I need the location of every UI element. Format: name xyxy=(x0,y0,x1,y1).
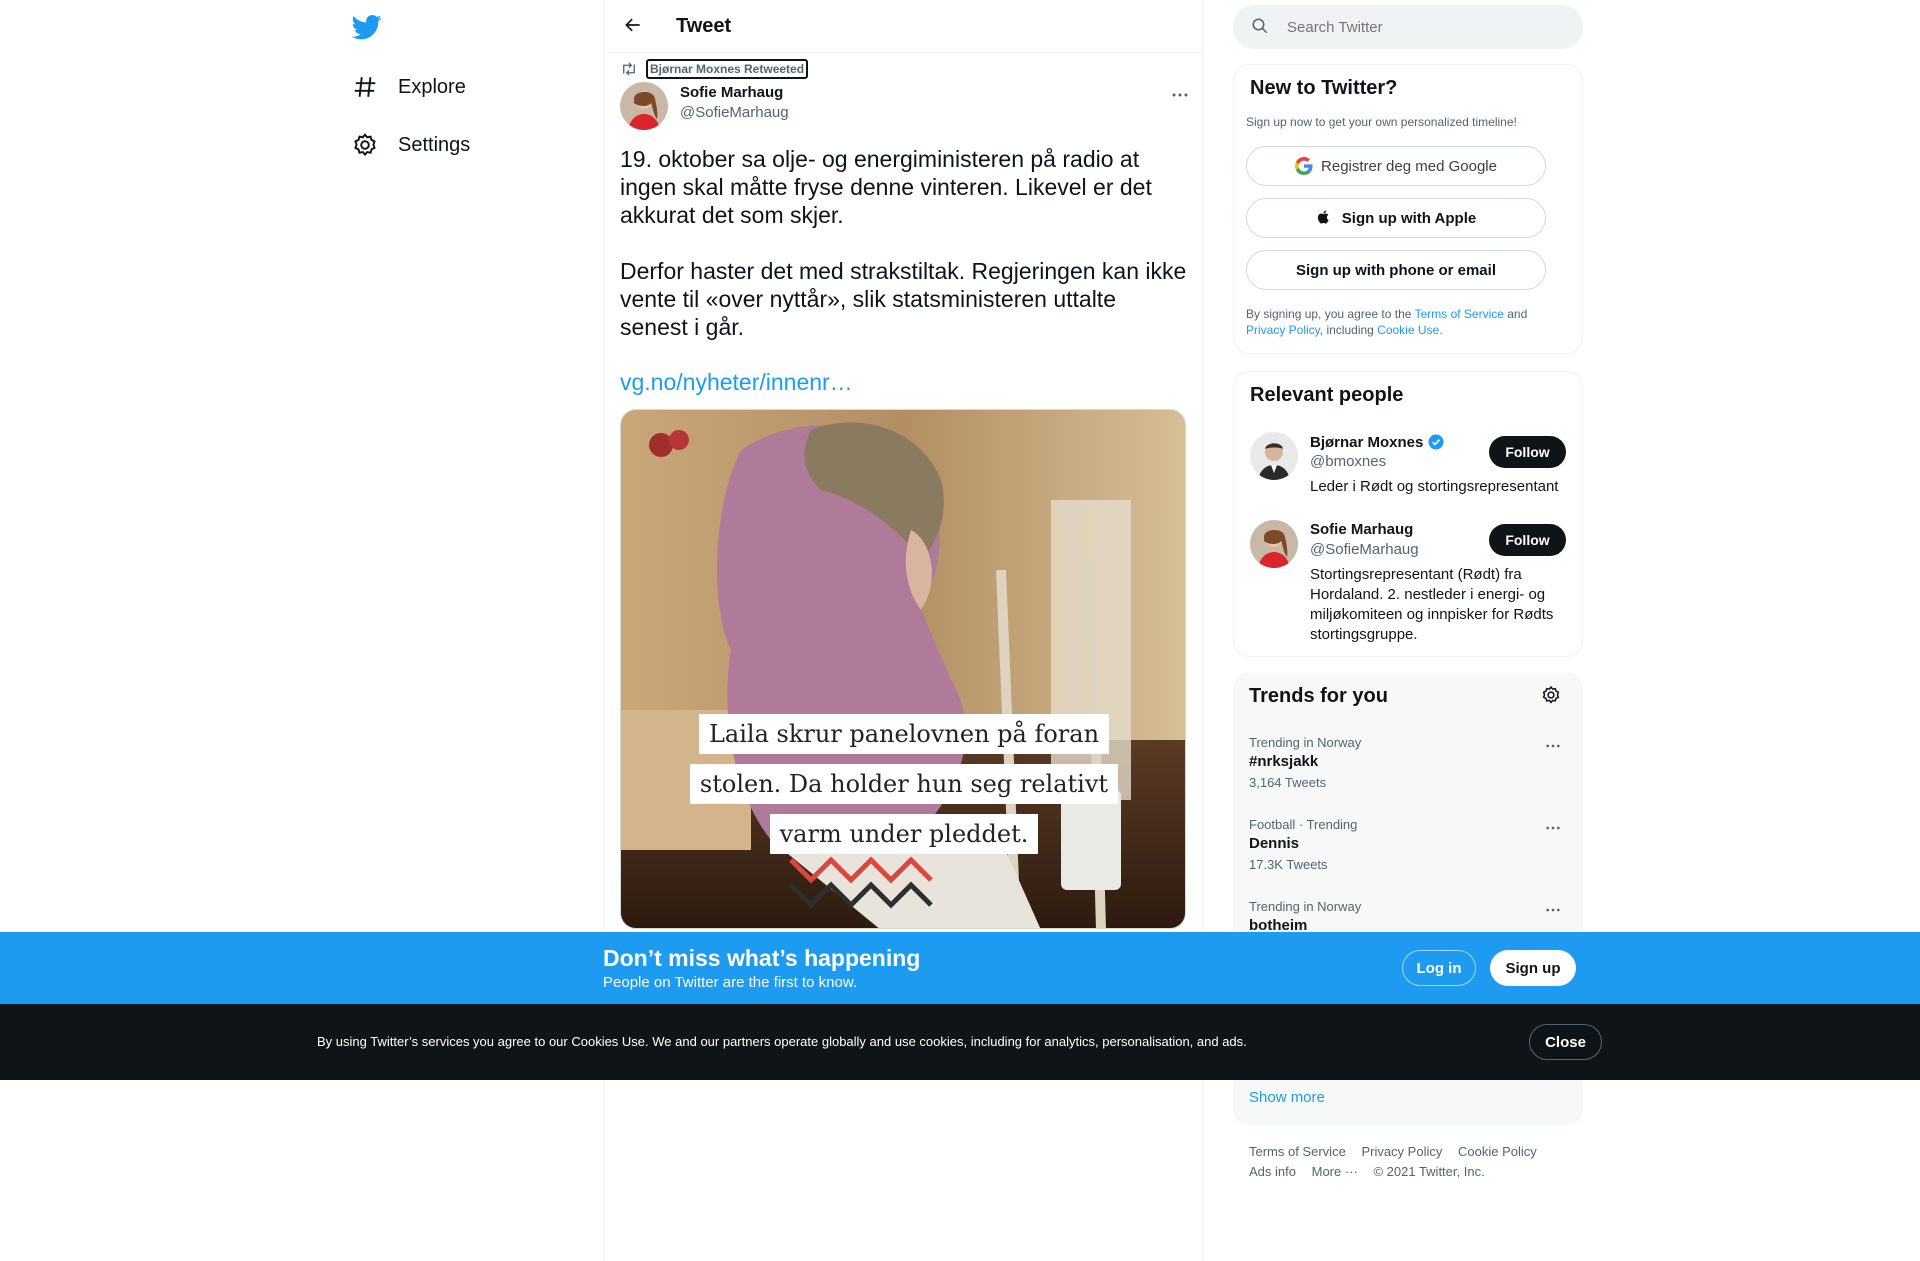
nav-explore[interactable]: Explore xyxy=(352,67,466,107)
person-bio: Stortingsrepresentant (Rødt) fra Hordala… xyxy=(1310,566,1554,643)
footer-links: Terms of Service Privacy Policy Cookie P… xyxy=(1249,1142,1569,1182)
phone-signup-label: Sign up with phone or email xyxy=(1295,261,1496,279)
relevant-people-title: Relevant people xyxy=(1250,384,1404,406)
trend-meta: Trending in Norway xyxy=(1249,735,1362,750)
more-horizontal-icon xyxy=(1171,85,1189,103)
footer-privacy-link[interactable]: Privacy Policy xyxy=(1361,1144,1442,1159)
arrow-left-icon xyxy=(623,15,643,40)
author-name[interactable]: Sofie Marhaug xyxy=(680,84,783,101)
trend-name[interactable]: #nrksjakk xyxy=(1249,753,1318,770)
media-caption: Laila skrur panelovnen på foran stolen. … xyxy=(672,709,1136,859)
signup-prompt-bar: Don’t miss what’s happening People on Tw… xyxy=(0,932,1920,1004)
follow-button[interactable]: Follow xyxy=(1489,524,1566,556)
person-handle[interactable]: @SofieMarhaug xyxy=(1310,541,1419,558)
trend-more-button[interactable] xyxy=(1541,735,1565,755)
apple-icon xyxy=(1316,209,1334,227)
terms-link[interactable]: Terms of Service xyxy=(1415,307,1504,321)
trend-name[interactable]: Dennis xyxy=(1249,835,1299,852)
hashtag-icon xyxy=(352,74,378,100)
avatar[interactable] xyxy=(1250,520,1298,568)
privacy-link[interactable]: Privacy Policy xyxy=(1246,323,1320,337)
person-name[interactable]: Sofie Marhaug xyxy=(1310,521,1413,538)
tweet-text: 19. oktober sa olje- og energiministeren… xyxy=(620,145,1190,369)
new-to-twitter-subtitle: Sign up now to get your own personalized… xyxy=(1246,115,1517,129)
more-horizontal-icon xyxy=(1545,818,1561,836)
tweet-media-image[interactable]: Laila skrur panelovnen på foran stolen. … xyxy=(620,409,1186,929)
person-name[interactable]: Bjørnar Moxnes xyxy=(1310,433,1445,451)
nav-explore-label: Explore xyxy=(398,75,466,98)
new-to-twitter-title: New to Twitter? xyxy=(1250,77,1398,99)
signup-button[interactable]: Sign up xyxy=(1490,950,1576,986)
cookie-consent-text: By using Twitter’s services you agree to… xyxy=(317,1034,1247,1049)
trend-count: 17.3K Tweets xyxy=(1249,857,1328,872)
tweet-more-button[interactable] xyxy=(1166,82,1194,106)
more-horizontal-icon xyxy=(1545,900,1561,918)
trend-more-button[interactable] xyxy=(1541,899,1565,919)
person-handle[interactable]: @bmoxnes xyxy=(1310,453,1386,470)
cookie-use-link[interactable]: Cookie Use. xyxy=(1377,323,1442,337)
trend-meta: Trending in Norway xyxy=(1249,899,1362,914)
new-to-twitter-panel: New to Twitter? Sign up now to get your … xyxy=(1233,64,1583,354)
back-button[interactable] xyxy=(618,12,648,42)
relevant-people-panel: Relevant people Bjørnar Moxnes @bmoxnes … xyxy=(1233,371,1583,657)
trend-meta: Football · Trending xyxy=(1249,817,1358,832)
retweeted-by-link[interactable]: Bjørnar Moxnes Retweeted xyxy=(646,59,809,79)
trends-settings-button[interactable] xyxy=(1539,685,1563,710)
more-horizontal-icon xyxy=(1545,736,1561,754)
footer-more-link[interactable]: More ··· xyxy=(1312,1164,1358,1179)
retweet-icon xyxy=(620,60,638,78)
search-box[interactable] xyxy=(1233,5,1583,49)
tweet-header: Tweet xyxy=(604,0,1204,53)
nav-settings-label: Settings xyxy=(398,133,471,156)
phone-signup-button[interactable]: Sign up with phone or email xyxy=(1246,250,1546,290)
signup-prompt-subtitle: People on Twitter are the first to know. xyxy=(603,974,858,991)
footer-ads-link[interactable]: Ads info xyxy=(1249,1164,1296,1179)
show-more-link[interactable]: Show more xyxy=(1249,1089,1325,1106)
page-title: Tweet xyxy=(676,15,732,37)
tweet-paragraph: Derfor haster det med strakstiltak. Regj… xyxy=(620,258,1187,340)
twitter-bird-icon[interactable] xyxy=(351,12,382,42)
gear-icon xyxy=(352,132,378,158)
login-button[interactable]: Log in xyxy=(1402,950,1476,986)
tweet-paragraph: 19. oktober sa olje- og energiministeren… xyxy=(620,146,1152,228)
signup-legal-text: By signing up, you agree to the Terms of… xyxy=(1246,307,1528,337)
cookie-consent-bar: By using Twitter’s services you agree to… xyxy=(0,1004,1920,1080)
trend-more-button[interactable] xyxy=(1541,817,1565,837)
author-handle[interactable]: @SofieMarhaug xyxy=(680,104,789,121)
author-avatar[interactable] xyxy=(620,82,668,130)
nav-settings[interactable]: Settings xyxy=(352,125,470,165)
search-input[interactable] xyxy=(1287,18,1537,36)
footer-cookie-link[interactable]: Cookie Policy xyxy=(1458,1144,1537,1159)
tweet-link[interactable]: vg.no/nyheter/innenr… xyxy=(620,369,853,396)
apple-signup-label: Sign up with Apple xyxy=(1341,209,1477,227)
google-g-icon xyxy=(1295,157,1313,175)
google-signup-label: Registrer deg med Google xyxy=(1321,157,1497,175)
signup-prompt-title: Don’t miss what’s happening xyxy=(603,945,921,971)
apple-signup-button[interactable]: Sign up with Apple xyxy=(1246,198,1546,238)
person-bio: Leder i Rødt og stortingsrepresentant xyxy=(1310,478,1559,495)
trend-count: 3,164 Tweets xyxy=(1249,775,1327,790)
avatar[interactable] xyxy=(1250,432,1298,480)
verified-badge-icon xyxy=(1427,433,1445,451)
search-icon xyxy=(1251,17,1271,37)
cookie-close-button[interactable]: Close xyxy=(1529,1024,1602,1060)
retweet-indicator: Bjørnar Moxnes Retweeted xyxy=(620,59,809,79)
follow-button[interactable]: Follow xyxy=(1489,436,1566,468)
trends-title: Trends for you xyxy=(1249,685,1388,707)
gear-icon xyxy=(1541,685,1561,710)
footer-copyright: © 2021 Twitter, Inc. xyxy=(1373,1164,1485,1179)
footer-terms-link[interactable]: Terms of Service xyxy=(1249,1144,1346,1159)
google-signup-button[interactable]: Registrer deg med Google xyxy=(1246,146,1546,186)
